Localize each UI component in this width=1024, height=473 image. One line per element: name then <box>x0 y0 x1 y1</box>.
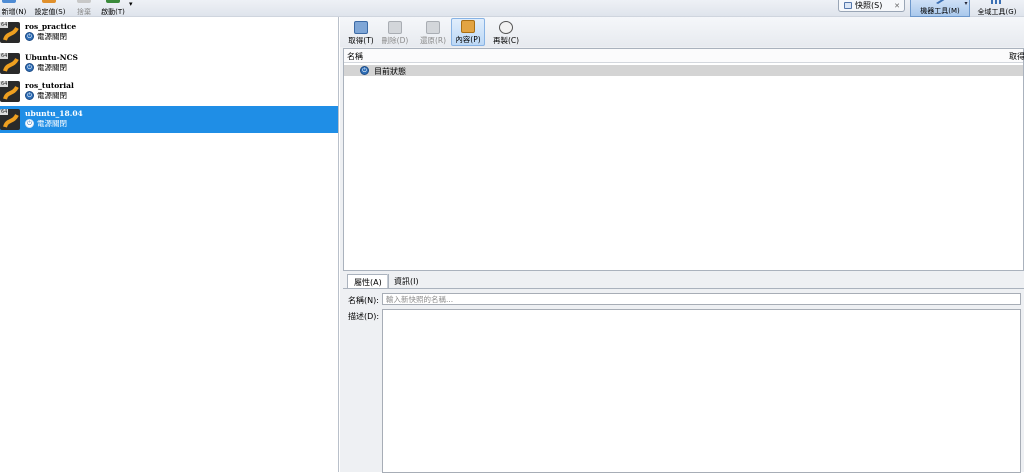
wrench-icon <box>936 0 945 4</box>
new-icon <box>2 0 16 3</box>
power-off-icon: ⏻ <box>25 32 34 41</box>
discard-button[interactable]: 捨棄 <box>73 0 95 17</box>
machine-tools-dropdown-arrow[interactable]: ▾ <box>962 0 970 10</box>
power-off-icon: ⏻ <box>25 91 34 100</box>
details-tabs: 屬性(A) 資訊(I) <box>343 274 1024 288</box>
gear-icon <box>42 0 56 3</box>
delete-snapshot-button[interactable]: 刪除(D) <box>380 18 410 46</box>
vm-state: ⏻ 電源關閉 <box>25 62 67 73</box>
tab-attributes[interactable]: 屬性(A) <box>347 274 389 288</box>
main-toolbar: 新增(N) 設定值(S) 捨棄 啟動(T) ▾ 快照(S) ✕ 機器工具(M) … <box>0 0 1024 17</box>
vm-item-ros-practice[interactable]: 64 ros_practice ⏻ 電源關閉 <box>0 19 338 46</box>
power-off-icon: ⏻ <box>360 66 369 75</box>
ubuntu-os-icon: 64 <box>0 22 20 43</box>
vm-item-ubuntu-ncs[interactable]: 64 Ubuntu-NCS ⏻ 電源關閉 <box>0 50 338 77</box>
snapshot-name-input[interactable] <box>382 293 1021 305</box>
power-off-icon: ⏻ <box>25 119 34 128</box>
details-panel: 名稱(N): 描述(D): <box>343 288 1024 473</box>
take-snapshot-icon <box>354 21 368 34</box>
snapshot-description-input[interactable] <box>382 309 1021 473</box>
camera-icon <box>844 2 852 9</box>
new-button[interactable]: 新增(N) <box>0 0 28 17</box>
vm-item-ros-tutorial[interactable]: 64 ros_tutorial ⏻ 電源關閉 <box>0 78 338 105</box>
vm-list: 64 ros_practice ⏻ 電源關閉 64 Ubuntu-NCS ⏻ 電… <box>0 17 339 472</box>
ubuntu-os-icon: 64 <box>0 53 20 74</box>
tab-information[interactable]: 資訊(I) <box>387 274 425 288</box>
settings-button[interactable]: 設定值(S) <box>31 0 69 17</box>
vm-state: ⏻ 電源關閉 <box>25 118 67 129</box>
power-off-icon: ⏻ <box>25 63 34 72</box>
vm-name: Ubuntu-NCS <box>25 53 78 62</box>
vm-state: ⏻ 電源關閉 <box>25 90 67 101</box>
current-state-row[interactable]: ⏻ 目前狀態 <box>344 65 1023 76</box>
take-snapshot-button[interactable]: 取得(T) <box>344 18 378 46</box>
sheep-clone-icon <box>499 21 513 34</box>
column-header-name[interactable]: 名稱 <box>347 51 363 62</box>
snapshot-toolbar: 取得(T) 刪除(D) 還原(R) 內容(P) 再製(C) <box>340 17 1024 47</box>
column-header-taken[interactable]: 取得 <box>1009 51 1024 62</box>
discard-icon <box>77 0 91 3</box>
snapshot-tree: 名稱 取得 ⏻ 目前狀態 <box>343 48 1024 271</box>
properties-icon <box>461 20 475 33</box>
global-tools-button[interactable]: 全域工具(G) <box>970 0 1024 17</box>
restore-snapshot-icon <box>426 21 440 34</box>
close-icon[interactable]: ✕ <box>894 2 900 10</box>
global-tools-icon <box>991 0 1001 4</box>
vm-name: ros_tutorial <box>25 81 74 90</box>
tree-header: 名稱 取得 <box>344 49 1024 63</box>
name-label: 名稱(N): <box>348 296 379 305</box>
snapshots-toggle-button[interactable]: 快照(S) ✕ <box>838 0 905 12</box>
vm-item-ubuntu-18-04[interactable]: 64 ubuntu_18.04 ⏻ 電源關閉 <box>0 106 338 133</box>
delete-snapshot-icon <box>388 21 402 34</box>
snapshot-properties-button[interactable]: 內容(P) <box>451 18 485 46</box>
vm-name: ros_practice <box>25 22 77 31</box>
start-dropdown-arrow[interactable]: ▾ <box>129 0 133 8</box>
start-arrow-icon <box>106 0 120 3</box>
snapshot-pane: 取得(T) 刪除(D) 還原(R) 內容(P) 再製(C) 名稱 取得 ⏻ 目前… <box>340 17 1024 473</box>
restore-snapshot-button[interactable]: 還原(R) <box>418 18 448 46</box>
ubuntu-os-icon: 64 <box>0 81 20 102</box>
vm-name: ubuntu_18.04 <box>25 109 83 118</box>
vm-state: ⏻ 電源關閉 <box>25 31 67 42</box>
machine-tools-button[interactable]: 機器工具(M) <box>910 0 970 17</box>
description-label: 描述(D): <box>348 312 380 321</box>
start-button[interactable]: 啟動(T) <box>98 0 128 17</box>
ubuntu-os-icon: 64 <box>0 109 20 130</box>
clone-button[interactable]: 再製(C) <box>492 18 520 46</box>
